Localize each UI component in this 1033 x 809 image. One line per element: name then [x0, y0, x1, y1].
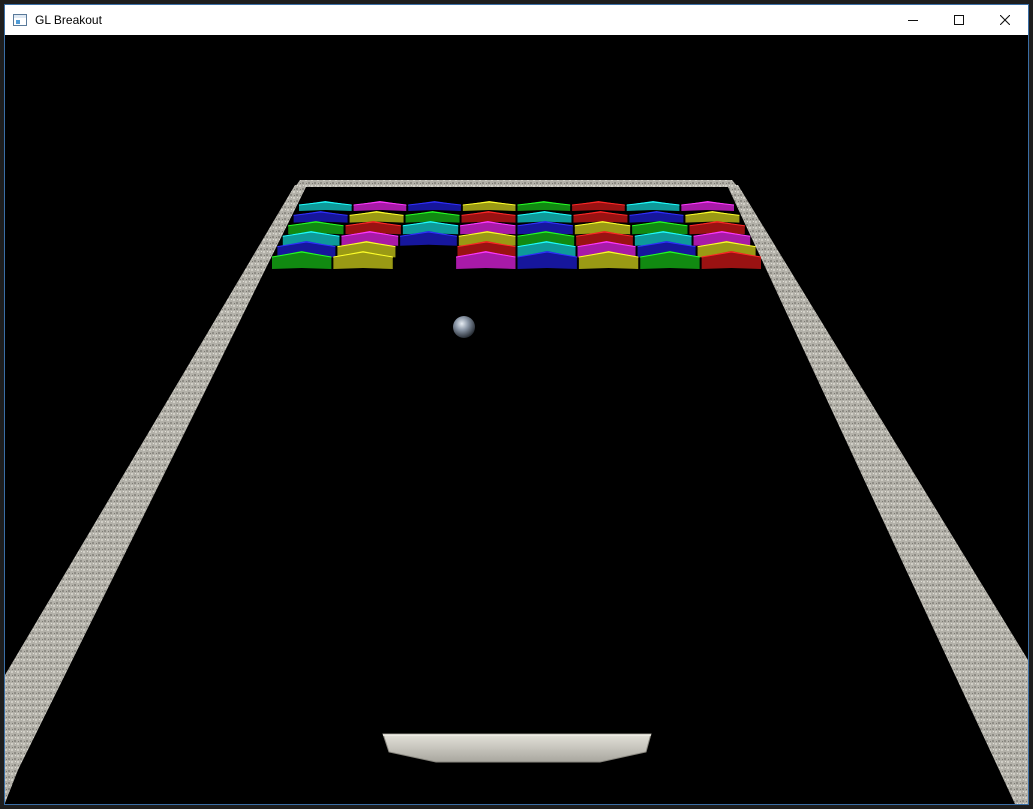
ball — [453, 316, 475, 338]
right-wall — [727, 185, 1028, 804]
brick-olive — [462, 201, 516, 211]
close-icon — [1000, 15, 1010, 25]
brick-red — [573, 211, 628, 223]
title-bar[interactable]: GL Breakout — [5, 5, 1028, 35]
game-viewport[interactable] — [5, 35, 1028, 804]
app-icon — [13, 14, 27, 26]
minimize-button[interactable] — [890, 5, 936, 35]
brick-cyan — [298, 201, 352, 211]
brick-green — [405, 211, 460, 223]
paddle — [382, 733, 652, 763]
brick-cyan — [517, 211, 572, 223]
maximize-icon — [954, 15, 964, 25]
window-controls — [890, 5, 1028, 35]
close-button[interactable] — [982, 5, 1028, 35]
back-wall — [295, 180, 738, 187]
left-wall — [5, 185, 307, 803]
maximize-button[interactable] — [936, 5, 982, 35]
brick-olive — [685, 211, 740, 223]
minimize-icon — [908, 20, 918, 21]
brick-blue — [408, 201, 461, 211]
brick-blue — [293, 211, 348, 223]
brick-olive — [349, 211, 404, 223]
game-window: GL Breakout — [4, 4, 1029, 805]
brick-magenta — [353, 201, 407, 211]
brick-cyan — [626, 201, 680, 211]
brick-green — [517, 201, 571, 211]
brick-blue — [629, 211, 684, 223]
window-title: GL Breakout — [35, 13, 102, 27]
brick-field — [271, 201, 762, 269]
brick-red — [572, 201, 625, 211]
brick-magenta — [681, 201, 735, 211]
game-scene — [5, 180, 1028, 804]
brick-red — [461, 211, 516, 223]
